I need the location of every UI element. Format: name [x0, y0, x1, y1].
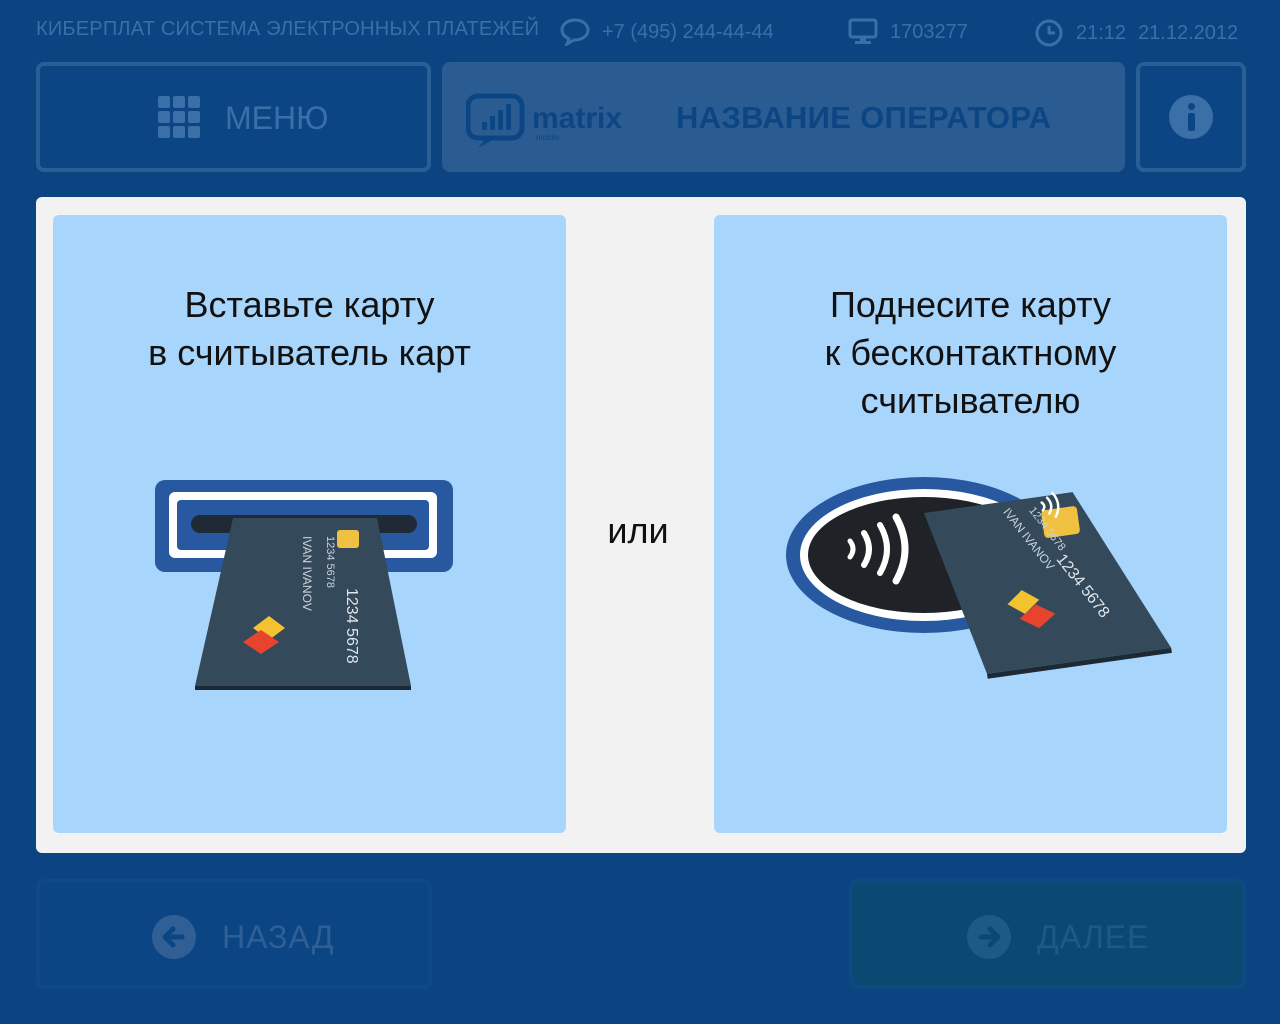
insert-card-option: Вставьте карту в считыватель карт IVAN I…	[53, 215, 566, 833]
payment-panel: Вставьте карту в считыватель карт IVAN I…	[36, 197, 1246, 853]
card-number-small: 1234 5678	[324, 536, 336, 588]
menu-button[interactable]: МЕНЮ	[36, 62, 431, 172]
chat-icon	[560, 18, 590, 46]
logo-sub: mobile	[536, 133, 560, 142]
arrow-left-icon	[152, 915, 196, 959]
info-icon	[1169, 95, 1213, 139]
card-number-large: 1234 5678	[343, 588, 360, 664]
phone-number: +7 (495) 244-44-44	[602, 20, 774, 43]
tap-line-3: считывателю	[860, 380, 1081, 421]
time-text: 21:12	[1076, 21, 1127, 44]
next-label: ДАЛЕЕ	[1037, 919, 1150, 955]
contactless-title: Поднесите карту к бесконтактному считыва…	[714, 281, 1227, 425]
grid-icon	[158, 96, 200, 138]
operator-banner: matrix mobile НАЗВАНИЕ ОПЕРАТОРА	[442, 62, 1125, 172]
menu-label: МЕНЮ	[225, 100, 329, 136]
tap-line-1: Поднесите карту	[830, 284, 1111, 325]
info-button[interactable]	[1136, 62, 1246, 172]
operator-name: НАЗВАНИЕ ОПЕРАТОРА	[676, 100, 1052, 135]
operator-logo: matrix mobile	[466, 93, 622, 148]
insert-line-1: Вставьте карту	[184, 284, 435, 325]
back-button[interactable]: НАЗАД	[36, 879, 432, 989]
chip-icon	[337, 530, 359, 548]
brand-title: КИБЕРПЛАТ СИСТЕМА ЭЛЕКТРОННЫХ ПЛАТЕЖЕЙ	[36, 18, 540, 40]
datetime: 21:12 21.12.2012	[1034, 18, 1238, 48]
date-text: 21.12.2012	[1138, 21, 1239, 44]
logo-text: matrix	[532, 102, 622, 135]
back-label: НАЗАД	[222, 919, 335, 955]
status-bar: КИБЕРПЛАТ СИСТЕМА ЭЛЕКТРОННЫХ ПЛАТЕЖЕЙ +…	[0, 0, 1280, 60]
next-button[interactable]: ДАЛЕЕ	[849, 879, 1246, 989]
or-separator: или	[607, 510, 669, 551]
terminal-number: 1703277	[848, 18, 968, 46]
monitor-icon	[848, 18, 878, 44]
contactless-option: Поднесите карту к бесконтактному считыва…	[714, 215, 1227, 833]
insert-card-title: Вставьте карту в считыватель карт	[53, 281, 566, 377]
card-name: IVAN IVANOV	[300, 536, 314, 611]
tap-line-2: к бесконтактному	[824, 332, 1117, 373]
contactless-reader-illustration: IVAN IVANOV 1234 5678 1234 5678	[786, 477, 1172, 679]
insert-line-2: в считыватель карт	[148, 332, 471, 373]
card-reader-illustration: IVAN IVANOV 1234 5678 1234 5678	[155, 480, 453, 690]
support-phone: +7 (495) 244-44-44	[560, 18, 774, 46]
clock-icon	[1035, 19, 1063, 47]
terminal-id: 1703277	[890, 20, 968, 43]
arrow-right-icon	[967, 915, 1011, 959]
